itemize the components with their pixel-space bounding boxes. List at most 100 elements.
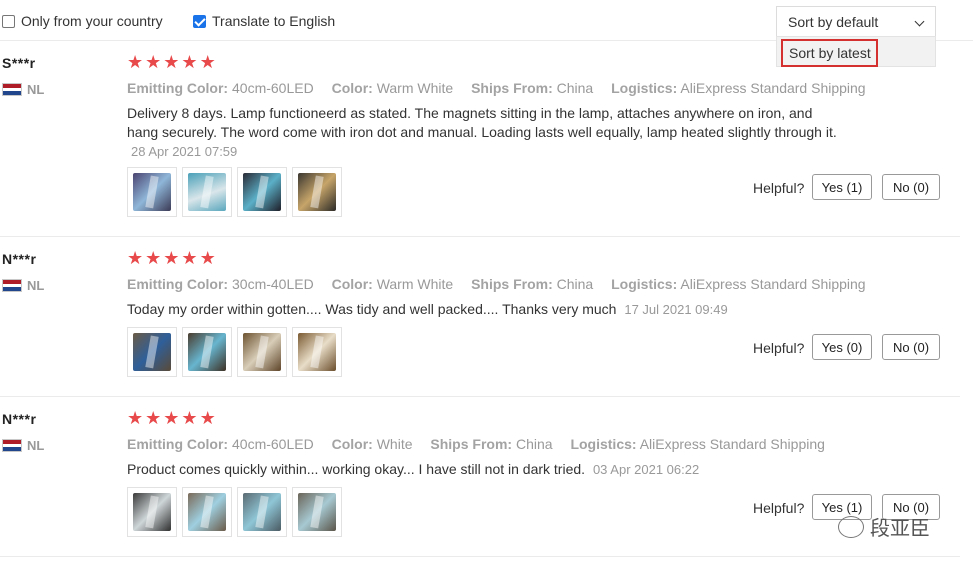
review-date: 17 Jul 2021 09:49 — [624, 302, 728, 317]
review-text: Today my order within gotten.... Was tid… — [127, 300, 847, 319]
attr-label: Emitting Color: — [127, 80, 229, 96]
star-rating: ★ ★ ★ ★ ★ — [127, 250, 216, 268]
attr-value: China — [556, 80, 594, 96]
attr-label: Color: — [331, 276, 373, 292]
attr-value: Warm White — [376, 276, 454, 292]
translate-to-english-label: Translate to English — [212, 13, 336, 29]
review-item: N***r NL ★ ★ ★ ★ ★ Emitting Color: 40cm-60LE… — [0, 397, 960, 557]
star-icon: ★ — [145, 408, 162, 429]
order-attributes: Emitting Color: 30cm-40LED Color: Warm W… — [127, 276, 880, 292]
order-attributes: Emitting Color: 40cm-60LED Color: Warm W… — [127, 80, 880, 96]
attr-label: Logistics: — [570, 436, 637, 452]
attr-label: Ships From: — [430, 436, 513, 452]
helpful-no-button[interactable]: No (0) — [882, 174, 940, 200]
review-body: Today my order within gotten.... Was tid… — [127, 301, 617, 317]
review-photo[interactable] — [127, 327, 177, 377]
helpful-no-button[interactable]: No (0) — [882, 334, 940, 360]
review-text: Delivery 8 days. Lamp functioneerd as st… — [127, 104, 847, 161]
review-text: Product comes quickly within... working … — [127, 460, 847, 479]
attr-value: AliExpress Standard Shipping — [680, 276, 866, 292]
country-code: NL — [27, 82, 45, 97]
nl-flag-icon — [2, 279, 22, 292]
review-photo[interactable] — [182, 167, 232, 217]
review-item: N***r NL ★ ★ ★ ★ ★ Emitting Color: 30cm-40LE… — [0, 237, 960, 397]
review-photos — [127, 167, 342, 217]
review-photo[interactable] — [237, 167, 287, 217]
review-item: S***r NL ★ ★ ★ ★ ★ Emitting Color: 40cm-60LE… — [0, 41, 960, 237]
review-date: 28 Apr 2021 07:59 — [131, 144, 238, 159]
watermark-text: 段亚臣 — [870, 516, 930, 540]
reviewer-country: NL — [2, 278, 44, 293]
order-attributes: Emitting Color: 40cm-60LED Color: White … — [127, 436, 839, 452]
attr-value: AliExpress Standard Shipping — [680, 80, 866, 96]
helpful-label: Helpful? — [753, 180, 805, 196]
review-photo[interactable] — [127, 487, 177, 537]
only-from-country-checkbox[interactable]: Only from your country — [2, 13, 163, 29]
attr-value: China — [556, 276, 594, 292]
attr-label: Color: — [331, 436, 373, 452]
attr-label: Emitting Color: — [127, 436, 229, 452]
reviewer-name: S***r — [2, 55, 36, 71]
star-icon: ★ — [181, 52, 198, 73]
checkbox-checked-icon[interactable] — [193, 14, 206, 28]
star-icon: ★ — [145, 248, 162, 269]
reviewer-country: NL — [2, 82, 44, 97]
review-photo[interactable] — [292, 167, 342, 217]
attr-label: Logistics: — [611, 276, 678, 292]
star-icon: ★ — [181, 248, 198, 269]
review-body: Product comes quickly within... working … — [127, 461, 586, 477]
nl-flag-icon — [2, 439, 22, 452]
wechat-watermark: 段亚臣 — [838, 512, 930, 541]
star-rating: ★ ★ ★ ★ ★ — [127, 54, 216, 72]
wechat-icon — [838, 515, 864, 538]
attr-label: Logistics: — [611, 80, 678, 96]
star-icon: ★ — [181, 408, 198, 429]
attr-value: 40cm-60LED — [232, 436, 314, 452]
attr-value: AliExpress Standard Shipping — [639, 436, 825, 452]
attr-label: Ships From: — [471, 80, 553, 96]
review-photos — [127, 487, 342, 537]
review-photo[interactable] — [292, 487, 342, 537]
review-photos — [127, 327, 342, 377]
attr-label: Emitting Color: — [127, 276, 229, 292]
country-code: NL — [27, 278, 45, 293]
attr-label: Ships From: — [471, 276, 553, 292]
only-from-country-label: Only from your country — [21, 13, 163, 29]
attr-value: 30cm-40LED — [232, 276, 314, 292]
country-code: NL — [27, 438, 45, 453]
review-photo[interactable] — [292, 327, 342, 377]
review-date: 03 Apr 2021 06:22 — [592, 462, 700, 477]
reviewer-name: N***r — [2, 411, 37, 427]
star-icon: ★ — [199, 248, 216, 269]
attr-value: White — [376, 436, 413, 452]
sort-select[interactable]: Sort by default — [776, 6, 936, 37]
attr-label: Color: — [331, 80, 373, 96]
nl-flag-icon — [2, 83, 22, 96]
star-icon: ★ — [199, 52, 216, 73]
star-icon: ★ — [127, 408, 144, 429]
review-photo[interactable] — [182, 487, 232, 537]
helpful-yes-button[interactable]: Yes (1) — [812, 174, 872, 200]
review-photo[interactable] — [237, 487, 287, 537]
review-photo[interactable] — [237, 327, 287, 377]
helpful-label: Helpful? — [753, 500, 805, 516]
review-filter-bar: Only from your country Translate to Engl… — [0, 0, 973, 41]
checkbox-unchecked-icon[interactable] — [2, 14, 15, 28]
star-icon: ★ — [127, 248, 144, 269]
chevron-down-icon — [914, 16, 925, 27]
review-photo[interactable] — [127, 167, 177, 217]
star-rating: ★ ★ ★ ★ ★ — [127, 410, 216, 428]
attr-value: China — [515, 436, 553, 452]
translate-to-english-checkbox[interactable]: Translate to English — [193, 13, 335, 29]
star-icon: ★ — [163, 52, 180, 73]
sort-selected-value: Sort by default — [788, 14, 879, 30]
reviewer-country: NL — [2, 438, 44, 453]
star-icon: ★ — [199, 408, 216, 429]
attr-value: 40cm-60LED — [232, 80, 314, 96]
review-body: Delivery 8 days. Lamp functioneerd as st… — [127, 105, 837, 140]
review-photo[interactable] — [182, 327, 232, 377]
helpful-yes-button[interactable]: Yes (0) — [812, 334, 872, 360]
star-icon: ★ — [163, 408, 180, 429]
star-icon: ★ — [127, 52, 144, 73]
reviewer-name: N***r — [2, 251, 37, 267]
